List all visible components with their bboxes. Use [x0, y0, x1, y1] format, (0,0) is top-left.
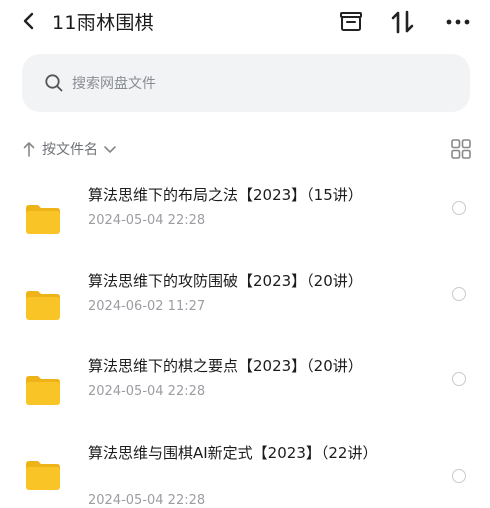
sort-selector[interactable]: 按文件名: [22, 136, 118, 162]
file-date: 2024-05-04 22:28: [88, 384, 206, 399]
file-name: 算法思维下的棋之要点【2023】（20讲）: [88, 357, 363, 375]
sort-label: 按文件名: [42, 142, 98, 158]
file-row[interactable]: 算法思维下的棋之要点【2023】（20讲） 2024-05-04 22:28: [0, 354, 490, 440]
chevron-down-icon: [104, 146, 116, 153]
page-title: 11雨林围棋: [52, 12, 154, 34]
file-date: 2024-05-04 22:28: [88, 493, 206, 508]
file-row[interactable]: 算法思维下的布局之法【2023】（15讲） 2024-05-04 22:28: [0, 183, 490, 269]
sort-arrow-up-icon: [23, 142, 35, 157]
folder-icon: [26, 376, 60, 405]
file-row[interactable]: 算法思维与围棋AI新定式【2023】（22讲） 2024-05-04 22:28: [0, 441, 490, 508]
archive-icon: [340, 12, 362, 31]
file-name: 算法思维下的攻防围破【2023】（20讲）: [88, 272, 363, 290]
app-header: 11雨林围棋: [0, 0, 490, 44]
more-button[interactable]: [443, 8, 473, 36]
file-row[interactable]: 算法思维下的攻防围破【2023】（20讲） 2024-06-02 11:27: [0, 269, 490, 355]
archive-button[interactable]: [336, 8, 366, 36]
select-radio[interactable]: [452, 469, 466, 483]
search-bar[interactable]: [22, 54, 470, 112]
search-input[interactable]: [70, 70, 454, 98]
folder-icon: [26, 461, 60, 490]
file-date: 2024-06-02 11:27: [88, 299, 206, 314]
folder-icon: [26, 291, 60, 320]
grid-view-icon: [451, 139, 471, 159]
file-date: 2024-05-04 22:28: [88, 213, 206, 228]
more-icon: [446, 19, 470, 25]
select-radio[interactable]: [452, 372, 466, 386]
transfer-button[interactable]: [388, 8, 418, 36]
back-button[interactable]: [18, 8, 42, 34]
folder-icon: [26, 205, 60, 234]
search-icon: [45, 74, 63, 92]
select-radio[interactable]: [452, 287, 466, 301]
grid-view-button[interactable]: [450, 138, 472, 160]
transfer-icon: [391, 10, 414, 34]
file-name: 算法思维与围棋AI新定式【2023】（22讲）: [88, 444, 378, 462]
file-name: 算法思维下的布局之法【2023】（15讲）: [88, 186, 363, 204]
back-chevron-icon: [23, 12, 34, 30]
select-radio[interactable]: [452, 201, 466, 215]
